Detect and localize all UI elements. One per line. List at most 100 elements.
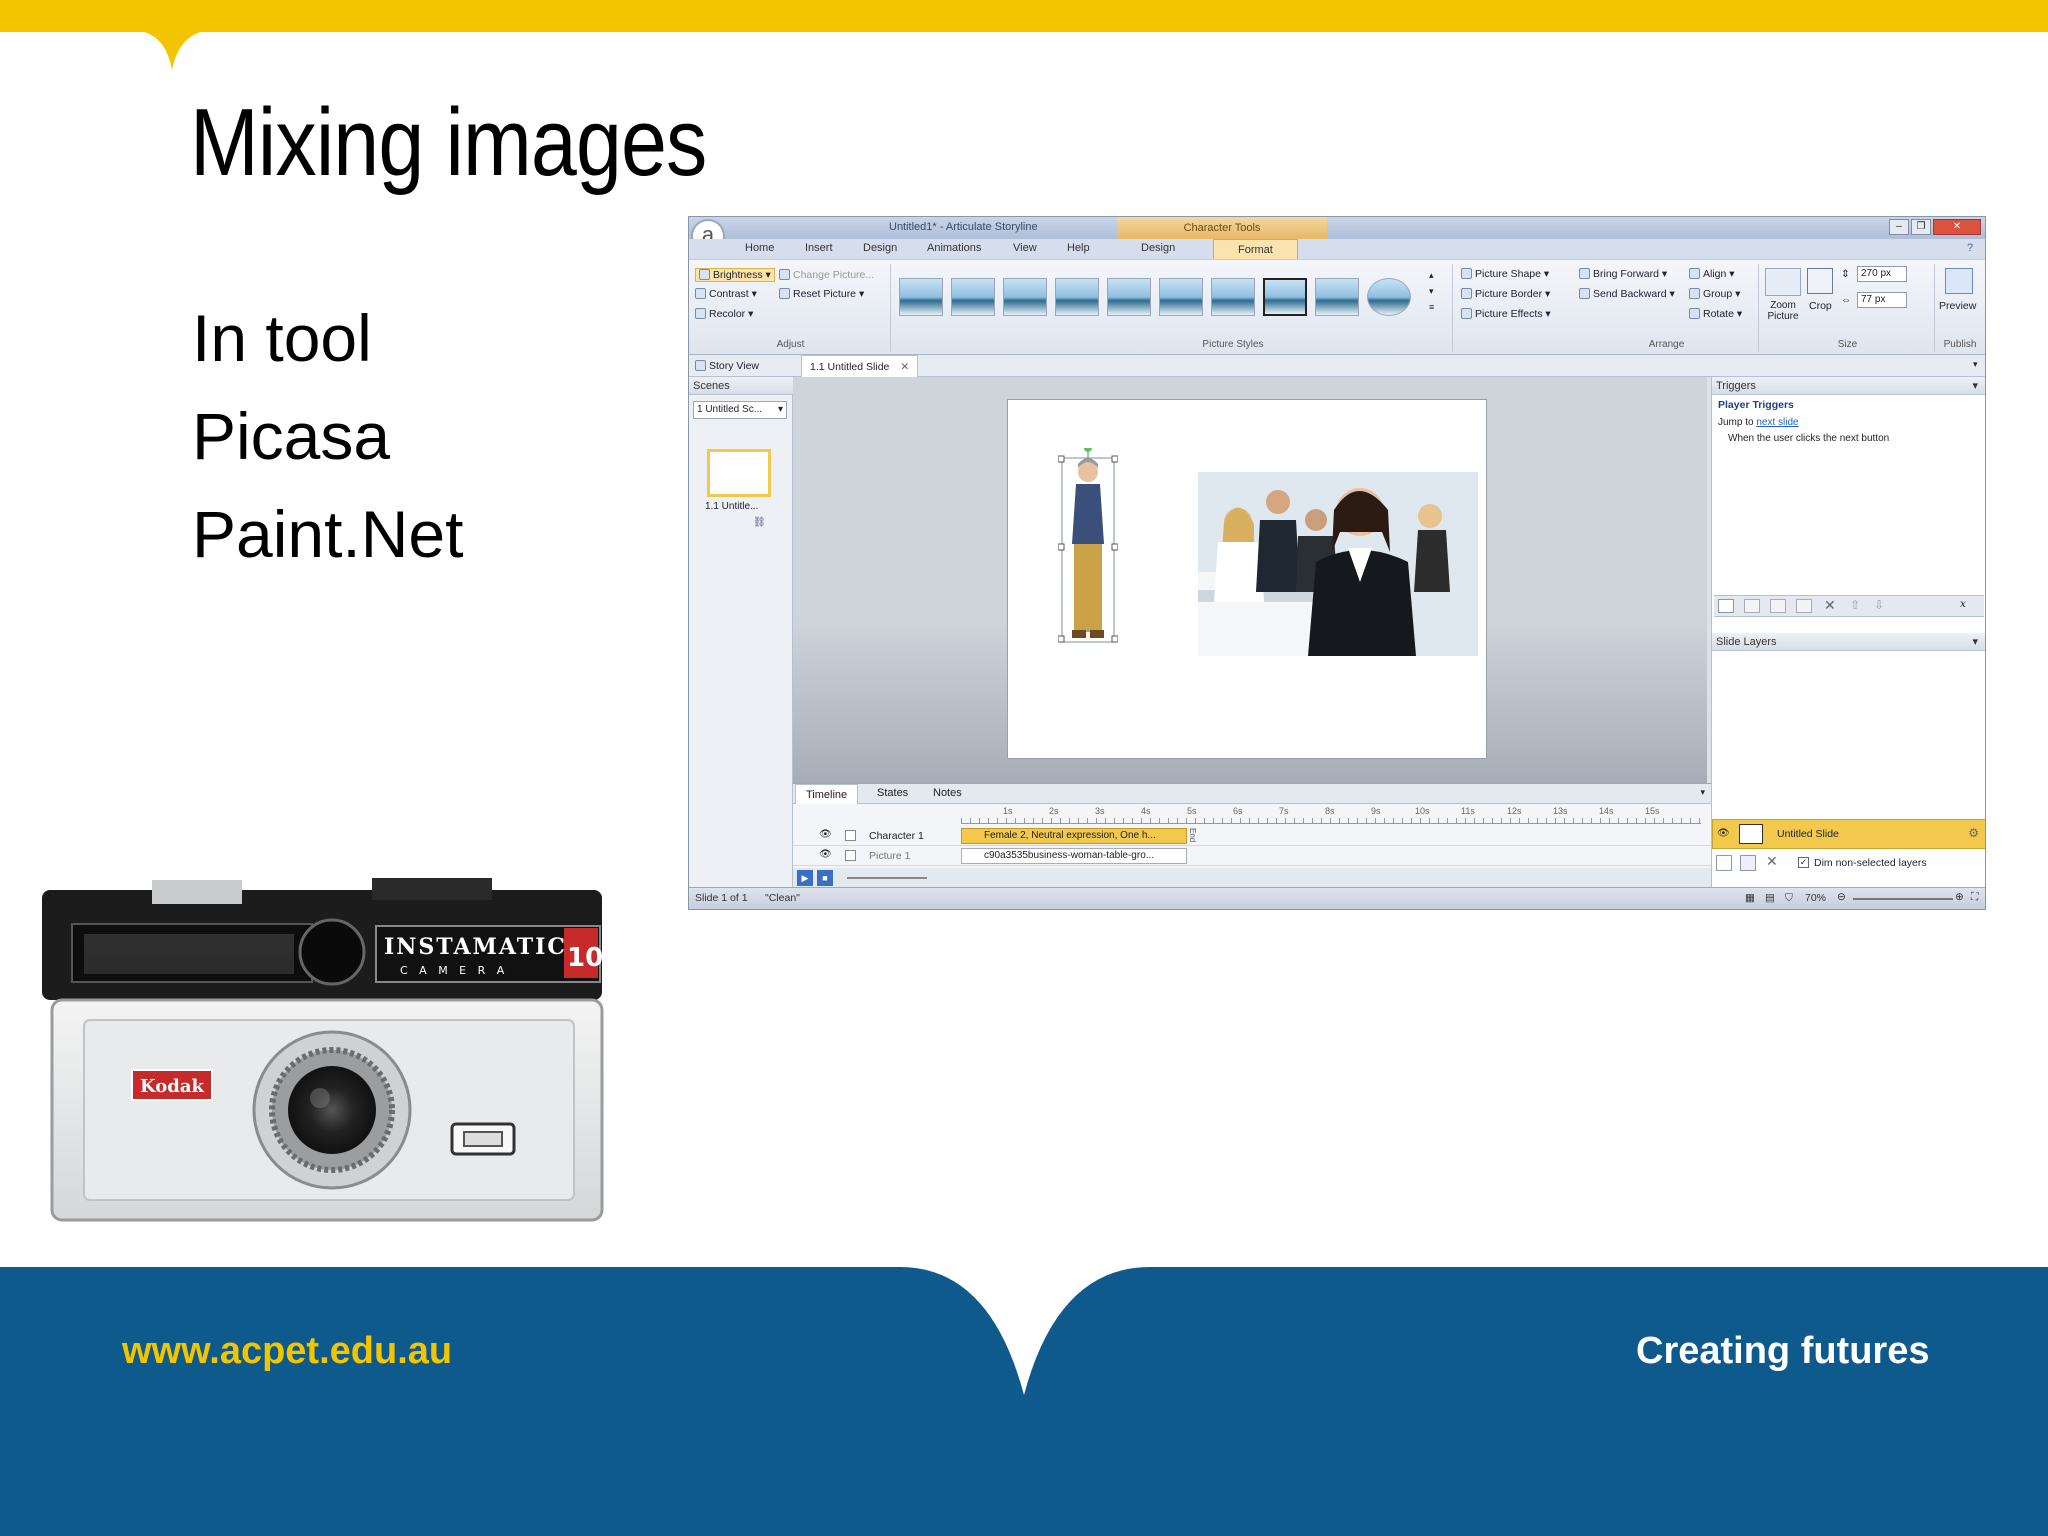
tab-notes[interactable]: Notes bbox=[923, 787, 972, 799]
delete-trigger-icon[interactable]: ✕ bbox=[1824, 597, 1836, 614]
picture-style-thumb[interactable] bbox=[1315, 278, 1359, 316]
close-icon[interactable]: ✕ bbox=[1933, 219, 1981, 235]
move-down-icon[interactable]: ⇩ bbox=[1874, 598, 1884, 612]
copy-trigger-icon[interactable] bbox=[1770, 599, 1786, 613]
brightness-button[interactable]: Brightness ▾ bbox=[695, 268, 775, 282]
bring-forward-button[interactable]: Bring Forward ▾ bbox=[1579, 268, 1667, 280]
duplicate-layer-icon[interactable] bbox=[1740, 855, 1756, 871]
business-photo[interactable] bbox=[1198, 472, 1478, 656]
footer-website-link[interactable]: www.acpet.edu.au bbox=[122, 1330, 452, 1373]
tick-label: 2s bbox=[1049, 806, 1059, 816]
gallery-scroll-up-icon[interactable]: ▴ bbox=[1429, 270, 1434, 281]
tab-animations[interactable]: Animations bbox=[927, 242, 981, 254]
preview-icon[interactable] bbox=[1945, 268, 1973, 294]
slide-sorter-icon[interactable]: ▤ bbox=[1765, 892, 1775, 904]
view-tabs-dropdown-icon[interactable]: ▾ bbox=[1973, 359, 1978, 370]
new-layer-icon[interactable] bbox=[1716, 855, 1732, 871]
zoom-picture-icon[interactable] bbox=[1765, 268, 1801, 296]
preview-label[interactable]: Preview bbox=[1939, 300, 1976, 312]
timeline-row[interactable]: 👁 Picture 1 c90a3535business-woman-table… bbox=[793, 846, 1711, 866]
timeline-row[interactable]: 👁 Character 1 Female 2, Neutral expressi… bbox=[793, 826, 1711, 846]
next-slide-link[interactable]: next slide bbox=[1756, 417, 1798, 428]
character-figure[interactable] bbox=[1058, 448, 1118, 648]
group-button[interactable]: Group ▾ bbox=[1689, 288, 1740, 300]
stop-icon[interactable]: ■ bbox=[817, 870, 833, 886]
picture-style-thumb[interactable] bbox=[1263, 278, 1307, 316]
move-up-icon[interactable]: ⇧ bbox=[1850, 598, 1860, 612]
delete-layer-icon[interactable]: ✕ bbox=[1766, 853, 1778, 870]
align-button[interactable]: Align ▾ bbox=[1689, 268, 1735, 280]
tab-timeline[interactable]: Timeline bbox=[795, 784, 859, 804]
eye-icon[interactable]: 👁 bbox=[1717, 828, 1730, 839]
tab-help[interactable]: Help bbox=[1067, 242, 1090, 254]
help-icon[interactable]: ? bbox=[1967, 242, 1973, 254]
picture-style-thumb[interactable] bbox=[1107, 278, 1151, 316]
minimize-icon[interactable]: – bbox=[1889, 219, 1909, 235]
paste-trigger-icon[interactable] bbox=[1796, 599, 1812, 613]
filter-icon[interactable]: ⛉ bbox=[1785, 892, 1793, 905]
picture-style-thumb[interactable] bbox=[1211, 278, 1255, 316]
crop-icon[interactable] bbox=[1807, 268, 1833, 294]
fit-window-icon[interactable]: ⛶ bbox=[1971, 891, 1978, 904]
tab-character-design[interactable]: Design bbox=[1141, 242, 1175, 254]
tab-states[interactable]: States bbox=[867, 787, 918, 799]
zoom-picture-label[interactable]: Zoom Picture bbox=[1765, 300, 1801, 322]
tab-format[interactable]: Format bbox=[1213, 239, 1298, 259]
tab-home[interactable]: Home bbox=[745, 242, 774, 254]
eye-icon[interactable]: 👁 bbox=[819, 849, 832, 860]
lock-checkbox[interactable] bbox=[845, 850, 856, 861]
height-field[interactable]: 77 px bbox=[1857, 292, 1907, 308]
picture-style-thumb[interactable] bbox=[899, 278, 943, 316]
contrast-button[interactable]: Contrast ▾ bbox=[695, 288, 757, 300]
timeline-bar[interactable]: Female 2, Neutral expression, One h... bbox=[961, 828, 1187, 844]
chevron-down-icon[interactable]: ▾ bbox=[1700, 787, 1705, 798]
base-layer-row[interactable]: 👁 Untitled Slide ⚙ bbox=[1712, 819, 1985, 849]
picture-style-thumb[interactable] bbox=[951, 278, 995, 316]
picture-style-thumb[interactable] bbox=[1159, 278, 1203, 316]
rotate-button[interactable]: Rotate ▾ bbox=[1689, 308, 1742, 320]
tab-design[interactable]: Design bbox=[863, 242, 897, 254]
picture-effects-button[interactable]: Picture Effects ▾ bbox=[1461, 308, 1551, 320]
tab-insert[interactable]: Insert bbox=[805, 242, 833, 254]
gallery-more-icon[interactable]: ≡ bbox=[1429, 302, 1434, 312]
timeline-bar[interactable]: c90a3535business-woman-table-gro... bbox=[961, 848, 1187, 864]
width-field[interactable]: 270 px bbox=[1857, 266, 1907, 282]
chevron-down-icon[interactable]: ▾ bbox=[1972, 377, 1978, 395]
end-marker[interactable]: End bbox=[1187, 828, 1197, 846]
zoom-slider[interactable] bbox=[847, 877, 927, 879]
gear-icon[interactable]: ⚙ bbox=[1968, 826, 1979, 840]
eye-icon[interactable]: 👁 bbox=[819, 829, 832, 840]
reset-picture-button[interactable]: Reset Picture ▾ bbox=[779, 288, 864, 300]
picture-style-thumb[interactable] bbox=[1367, 278, 1411, 316]
chevron-down-icon[interactable]: ▾ bbox=[1972, 633, 1978, 651]
picture-border-button[interactable]: Picture Border ▾ bbox=[1461, 288, 1550, 300]
new-trigger-icon[interactable] bbox=[1718, 599, 1734, 613]
close-tab-icon[interactable]: ✕ bbox=[900, 361, 909, 373]
scene-dropdown[interactable]: 1 Untitled Sc... ▾ bbox=[693, 401, 787, 419]
gallery-scroll-down-icon[interactable]: ▾ bbox=[1429, 286, 1434, 297]
normal-view-icon[interactable]: ▦ bbox=[1745, 892, 1755, 904]
slide-tab[interactable]: 1.1 Untitled Slide ✕ bbox=[801, 355, 919, 377]
dim-layers-checkbox[interactable]: ✓ bbox=[1798, 857, 1809, 868]
restore-icon[interactable]: ❐ bbox=[1911, 219, 1931, 235]
story-view-tab[interactable]: Story View bbox=[695, 360, 759, 372]
zoom-in-icon[interactable]: ⊕ bbox=[1955, 891, 1964, 903]
lock-checkbox[interactable] bbox=[845, 830, 856, 841]
tab-view[interactable]: View bbox=[1013, 242, 1037, 254]
picture-style-thumb[interactable] bbox=[1003, 278, 1047, 316]
variables-icon[interactable]: x bbox=[1960, 598, 1966, 610]
zoom-track[interactable] bbox=[1853, 898, 1953, 900]
edit-trigger-icon[interactable] bbox=[1744, 599, 1760, 613]
play-icon[interactable]: ▶ bbox=[797, 870, 813, 886]
recolor-button[interactable]: Recolor ▾ bbox=[695, 308, 753, 320]
jump-to-trigger[interactable]: Jump to next slide bbox=[1718, 417, 1799, 428]
picture-style-thumb[interactable] bbox=[1055, 278, 1099, 316]
picture-shape-button[interactable]: Picture Shape ▾ bbox=[1461, 268, 1549, 280]
crop-label[interactable]: Crop bbox=[1809, 300, 1832, 312]
send-backward-button[interactable]: Send Backward ▾ bbox=[1579, 288, 1675, 300]
slide-thumbnail[interactable] bbox=[707, 449, 771, 497]
zoom-out-icon[interactable]: ⊖ bbox=[1837, 891, 1846, 903]
slide-stage[interactable] bbox=[1007, 399, 1487, 759]
scenes-header: Scenes bbox=[689, 377, 793, 395]
change-picture-button[interactable]: Change Picture... bbox=[779, 269, 874, 281]
